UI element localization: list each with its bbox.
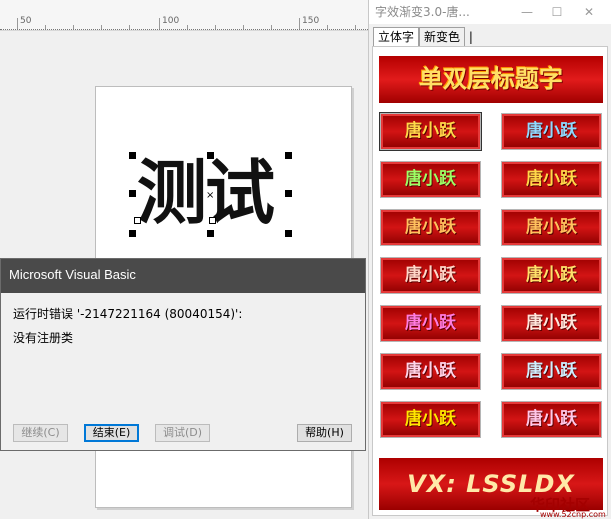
ruler-label-150: 150 [302, 16, 320, 26]
horizontal-ruler: 50 100 150 [0, 0, 368, 31]
site-watermark-url: www.52cnp.com [540, 510, 606, 519]
panel-titlebar: 字效渐变3.0-唐... — ☐ ✕ [369, 0, 611, 24]
style-button-3[interactable]: 唐小跃 [380, 161, 481, 198]
style-button-6[interactable]: 唐小跃 [501, 209, 602, 246]
panel-title: 字效渐变3.0-唐... [375, 5, 470, 19]
end-button[interactable]: 结束(E) [84, 424, 139, 442]
tab-3d-text[interactable]: 立体字 [373, 27, 420, 47]
continue-button[interactable]: 继续(C) [13, 424, 68, 442]
style-grid: 单双层标题字 唐小跃 唐小跃 唐小跃 唐小跃 唐小跃 唐小跃 唐小跃 唐小跃 唐… [372, 46, 608, 516]
vb-error-dialog: Microsoft Visual Basic 运行时错误 '-214722116… [0, 258, 366, 451]
selection-handle[interactable] [129, 152, 136, 159]
style-button-1[interactable]: 唐小跃 [380, 113, 481, 150]
style-button-13[interactable]: 唐小跃 [380, 401, 481, 438]
text-effect-panel: 字效渐变3.0-唐... — ☐ ✕ 立体字 新变色 | 单双层标题字 唐小跃 唐… [368, 0, 611, 519]
style-button-7[interactable]: 唐小跃 [380, 257, 481, 294]
panel-tabs: 立体字 新变色 | [373, 27, 473, 47]
selection-handle[interactable] [129, 230, 136, 237]
node-handle[interactable] [209, 217, 216, 224]
style-button-4[interactable]: 唐小跃 [501, 161, 602, 198]
selection-handle[interactable] [285, 230, 292, 237]
style-button-12[interactable]: 唐小跃 [501, 353, 602, 390]
title-banner-button[interactable]: 单双层标题字 [379, 56, 603, 103]
node-handle[interactable] [134, 217, 141, 224]
dialog-title: Microsoft Visual Basic [1, 259, 365, 293]
error-message: 运行时错误 '-2147221164 (80040154)': [13, 307, 243, 321]
style-button-5[interactable]: 唐小跃 [380, 209, 481, 246]
style-button-10[interactable]: 唐小跃 [501, 305, 602, 342]
style-button-14[interactable]: 唐小跃 [501, 401, 602, 438]
ruler-label-50: 50 [20, 16, 32, 26]
ruler-label-100: 100 [162, 16, 180, 26]
selection-handle[interactable] [207, 230, 214, 237]
close-button[interactable]: ✕ [575, 0, 603, 24]
style-button-9[interactable]: 唐小跃 [380, 305, 481, 342]
minimize-button[interactable]: — [513, 0, 541, 24]
tab-gradient[interactable]: 新变色 [419, 27, 466, 47]
maximize-button[interactable]: ☐ [543, 0, 571, 24]
selection-handle[interactable] [285, 152, 292, 159]
help-button[interactable]: 帮助(H) [297, 424, 352, 442]
selection-handle[interactable] [207, 152, 214, 159]
selection-handle[interactable] [129, 190, 136, 197]
error-detail: 没有注册类 [13, 331, 74, 345]
style-button-11[interactable]: 唐小跃 [380, 353, 481, 390]
selection-handle[interactable] [285, 190, 292, 197]
selected-text-object[interactable]: 测试 [137, 150, 275, 236]
debug-button[interactable]: 调试(D) [155, 424, 210, 442]
style-button-8[interactable]: 唐小跃 [501, 257, 602, 294]
style-button-2[interactable]: 唐小跃 [501, 113, 602, 150]
center-mark-icon: × [206, 190, 215, 201]
